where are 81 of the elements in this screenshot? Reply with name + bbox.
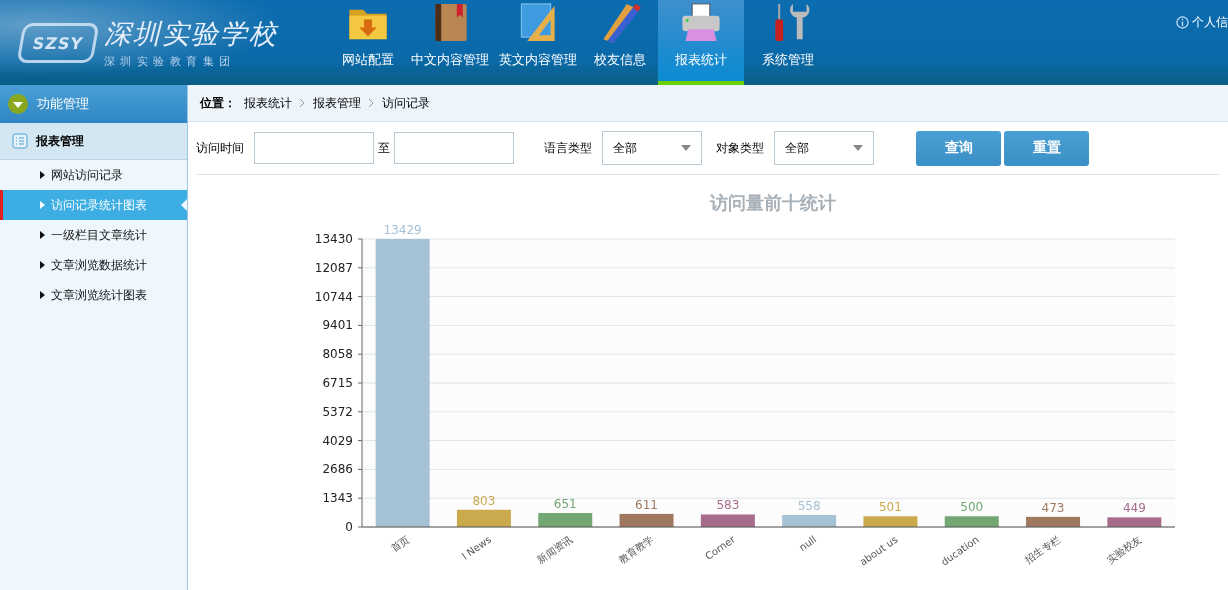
bar-value-label: 449 — [1122, 501, 1146, 516]
info-icon — [1176, 16, 1189, 29]
chevron-right-icon — [369, 99, 374, 107]
bar-value-label: 651 — [553, 497, 577, 512]
y-axis-label: 6715 — [322, 376, 353, 390]
caret-right-icon — [40, 231, 45, 239]
filter-label: 访问时间 — [196, 139, 244, 157]
list-icon — [12, 133, 28, 149]
object-select[interactable]: 全部 — [774, 131, 874, 165]
breadcrumb-label: 位置： — [200, 94, 236, 112]
y-axis-label: 13430 — [314, 232, 353, 246]
bar-value-label: 13429 — [383, 223, 422, 237]
chevron-right-icon — [300, 99, 305, 107]
range-separator: 至 — [378, 139, 390, 157]
x-axis-label: 招生专栏 — [1023, 533, 1063, 566]
y-axis-label: 12087 — [314, 260, 353, 275]
nav-tab-label: 英文内容管理 — [499, 51, 577, 69]
bar-value-label: 558 — [797, 499, 821, 514]
filter-label: 语言类型 — [544, 139, 592, 157]
sidebar-title: 功能管理 — [37, 95, 89, 113]
nav-tab-label: 系统管理 — [762, 51, 814, 69]
sidebar-section[interactable]: 报表管理 — [0, 123, 187, 160]
caret-right-icon — [40, 291, 45, 299]
bar-value-label: 473 — [1041, 500, 1065, 515]
x-axis-label: 首页 — [389, 533, 412, 555]
y-axis-label: 5372 — [322, 404, 353, 419]
x-axis-label: 新闻资讯 — [535, 533, 575, 566]
bar-value-label: 583 — [716, 498, 740, 513]
bar — [1107, 517, 1162, 527]
nav-tab[interactable]: 报表统计 — [658, 0, 744, 85]
caret-down-icon — [8, 94, 28, 114]
bar-value-label: 611 — [635, 497, 658, 512]
x-axis-label: null — [797, 533, 819, 554]
nav-tab[interactable]: 校友信息 — [582, 0, 658, 85]
bar — [538, 513, 593, 527]
sidebar-item[interactable]: 文章浏览统计图表 — [0, 280, 187, 310]
sidebar-section-label: 报表管理 — [36, 132, 84, 150]
sidebar-item[interactable]: 一级栏目文章统计 — [0, 220, 187, 250]
logo-subtitle: 深 圳 实 验 教 育 集 团 — [104, 54, 233, 69]
chart-title: 访问量前十统计 — [710, 192, 836, 213]
caret-down-icon — [681, 145, 691, 151]
date-field[interactable] — [394, 132, 514, 164]
x-axis-label: 教育教学 — [616, 533, 656, 566]
nav-tab-label: 报表统计 — [675, 51, 727, 69]
breadcrumb-item[interactable]: 报表管理 — [313, 94, 361, 112]
logo-mark: SZSY — [16, 22, 100, 63]
nav-tab-label: 校友信息 — [594, 51, 646, 69]
y-axis-label: 10744 — [314, 289, 353, 304]
y-axis-label: 9401 — [322, 318, 353, 333]
caret-down-icon — [853, 145, 863, 151]
bar-value-label: 803 — [472, 493, 496, 508]
nav-tab[interactable]: 网站配置 — [330, 0, 406, 85]
bar — [863, 516, 918, 527]
breadcrumb-item[interactable]: 报表统计 — [244, 94, 292, 112]
y-axis-label: 2686 — [322, 462, 353, 477]
x-axis-label: 实验校友 — [1104, 533, 1144, 566]
bar-value-label: 501 — [879, 500, 902, 515]
nav-tab[interactable]: 中文内容管理 — [406, 0, 494, 85]
bar — [1026, 516, 1081, 527]
caret-right-icon — [40, 201, 45, 209]
nav-tab[interactable]: 英文内容管理 — [494, 0, 582, 85]
caret-right-icon — [40, 261, 45, 269]
y-axis-label: 1343 — [322, 491, 353, 506]
date-field[interactable] — [254, 132, 374, 164]
nav-tab-label: 中文内容管理 — [411, 51, 489, 69]
y-axis-label: 8058 — [322, 347, 353, 362]
bar-value-label: 500 — [960, 500, 984, 515]
filter-label: 对象类型 — [716, 139, 764, 157]
sidebar-item[interactable]: 文章浏览数据统计 — [0, 250, 187, 280]
logo-title: 深圳实验学校 — [104, 17, 278, 51]
nav-tab[interactable]: 系统管理 — [744, 0, 832, 85]
caret-right-icon — [40, 171, 45, 179]
bar — [944, 516, 999, 527]
user-link[interactable]: 个人信 — [1176, 14, 1228, 31]
nav-tab-label: 网站配置 — [342, 51, 394, 69]
sidebar-item[interactable]: 网站访问记录 — [0, 160, 187, 190]
y-axis-label: 4029 — [322, 433, 353, 448]
bar — [782, 515, 837, 527]
breadcrumb-item[interactable]: 访问记录 — [382, 94, 430, 112]
y-axis-label: 0 — [345, 520, 353, 534]
language-select[interactable]: 全部 — [602, 131, 702, 165]
